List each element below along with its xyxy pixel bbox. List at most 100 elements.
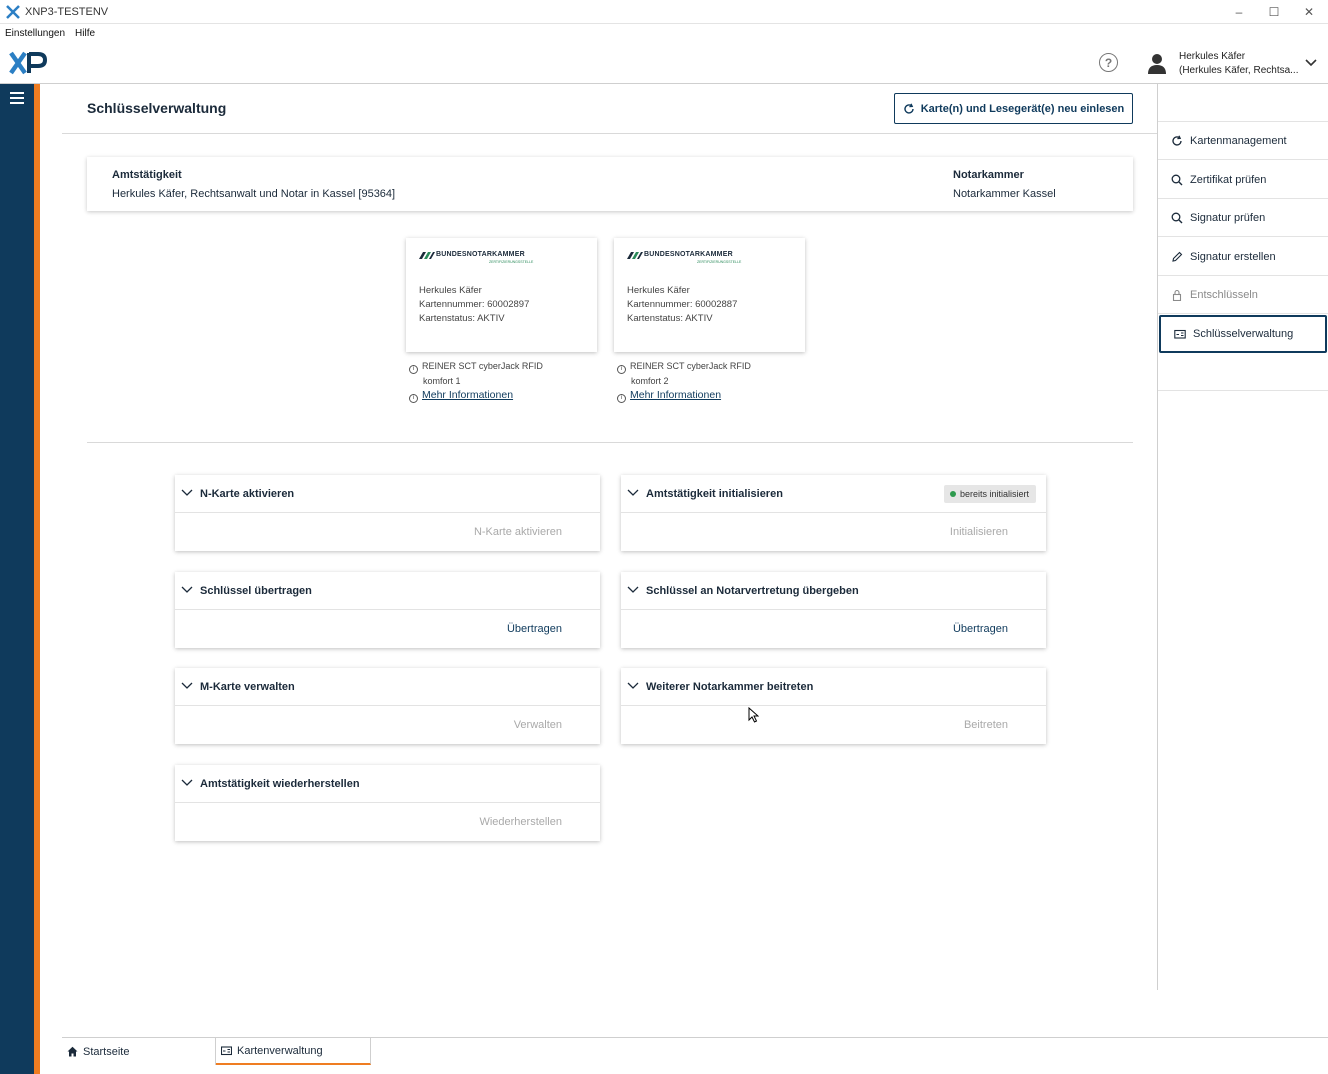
tab-label: Kartenverwaltung <box>237 1044 323 1057</box>
nav-signatur-pruefen[interactable]: Signatur prüfen <box>1158 199 1328 237</box>
chevron-down-icon <box>181 779 193 786</box>
nav-zertifikat-pruefen[interactable]: Zertifikat prüfen <box>1158 161 1328 199</box>
activate-n-card-button[interactable]: N-Karte aktivieren <box>474 526 562 538</box>
bnk-logo-icon <box>419 252 435 259</box>
smart-card-2[interactable]: BUNDESNOTARKAMMER ZERTIFIZIERUNGSSTELLE … <box>614 238 805 352</box>
chevron-down-icon <box>627 489 639 496</box>
page-title: Schlüsselverwaltung <box>87 100 227 116</box>
panel-notarkammer-beitreten: Weiterer Notarkammer beitreten Beitreten <box>621 668 1046 744</box>
card-issuer-sub: ZERTIFIZIERUNGSSTELLE <box>489 260 534 264</box>
search-icon <box>1171 174 1183 185</box>
card-reader-1: i REINER SCT cyberJack RFID komfort 1 i Me… <box>409 359 543 403</box>
panel-title: M-Karte verwalten <box>200 681 295 693</box>
refresh-icon <box>1172 135 1182 146</box>
panel-header[interactable]: N-Karte aktivieren <box>175 475 600 513</box>
panel-title: Schlüssel an Notarvertretung übergeben <box>646 585 859 597</box>
status-badge: bereits initialisiert <box>943 485 1036 503</box>
status-dot <box>949 491 956 497</box>
card-holder: Herkules Käfer <box>627 285 690 296</box>
chevron-down-icon <box>181 682 193 689</box>
chamber-label: Notarkammer <box>953 169 1024 181</box>
chevron-down-icon <box>181 489 193 496</box>
chevron-down-icon <box>627 682 639 689</box>
nav-kartenmanagement[interactable]: Kartenmanagement <box>1158 122 1328 160</box>
reload-cards-button[interactable]: Karte(n) und Lesegerät(e) neu einlesen <box>894 93 1133 124</box>
join-chamber-button[interactable]: Beitreten <box>964 719 1008 731</box>
card-number: Kartennummer: 60002897 <box>419 299 530 310</box>
user-role: (Herkules Käfer, Rechtsa... <box>1179 65 1299 76</box>
right-nav-header <box>1158 84 1328 122</box>
info-icon: i <box>409 365 418 374</box>
reload-cards-label: Karte(n) und Lesegerät(e) neu einlesen <box>920 102 1125 115</box>
reader-slot: komfort 1 <box>423 376 461 386</box>
menu-hilfe[interactable]: Hilfe <box>75 28 95 39</box>
panel-n-karte-aktivieren: N-Karte aktivieren N-Karte aktivieren <box>175 475 600 551</box>
rail-accent <box>34 84 40 1074</box>
minimize-button[interactable]: – <box>1222 0 1256 24</box>
card-holder: Herkules Käfer <box>419 285 482 296</box>
user-icon[interactable] <box>1147 53 1167 75</box>
search-icon <box>1171 212 1183 223</box>
lock-icon <box>1172 289 1182 301</box>
key-card-icon <box>1174 329 1186 339</box>
bottom-tabbar: Startseite Kartenverwaltung <box>62 1037 1328 1065</box>
maximize-button[interactable]: ☐ <box>1257 0 1291 24</box>
nav-label: Kartenmanagement <box>1190 134 1287 147</box>
card-issuer: BUNDESNOTARKAMMER <box>644 251 733 258</box>
nav-label: Signatur erstellen <box>1190 250 1276 263</box>
initialize-button[interactable]: Initialisieren <box>950 526 1008 538</box>
panel-header[interactable]: Amtstätigkeit initialisieren bereits ini… <box>621 475 1046 513</box>
panel-header[interactable]: Amtstätigkeit wiederherstellen <box>175 765 600 803</box>
divider <box>62 133 1157 134</box>
panel-header[interactable]: Schlüssel übertragen <box>175 572 600 610</box>
hamburger-menu-icon[interactable] <box>10 92 24 104</box>
chevron-down-icon <box>627 586 639 593</box>
more-info-link[interactable]: Mehr Informationen <box>630 389 721 401</box>
transfer-to-deputy-button[interactable]: Übertragen <box>953 623 1008 635</box>
user-info[interactable]: Herkules Käfer (Herkules Käfer, Rechtsa.… <box>1179 50 1299 78</box>
nav-label: Entschlüsseln <box>1190 288 1258 301</box>
smart-card-1[interactable]: BUNDESNOTARKAMMER ZERTIFIZIERUNGSSTELLE … <box>406 238 597 352</box>
help-icon[interactable]: ? <box>1099 53 1118 72</box>
xp-logo <box>9 51 48 75</box>
panel-header[interactable]: M-Karte verwalten <box>175 668 600 706</box>
nav-label: Signatur prüfen <box>1190 211 1266 224</box>
tab-startseite[interactable]: Startseite <box>62 1038 216 1065</box>
office-value: Herkules Käfer, Rechtsanwalt und Notar i… <box>112 188 396 200</box>
divider <box>87 442 1133 443</box>
chamber-value: Notarkammer Kassel <box>953 188 1056 200</box>
close-button[interactable]: ✕ <box>1292 0 1326 24</box>
office-info-card: Amtstätigkeit Herkules Käfer, Rechtsanwa… <box>87 157 1133 211</box>
card-number: Kartennummer: 60002887 <box>627 299 738 310</box>
more-info-link[interactable]: Mehr Informationen <box>422 389 513 401</box>
card-icon <box>221 1046 232 1056</box>
restore-button[interactable]: Wiederherstellen <box>479 816 562 828</box>
nav-schluesselverwaltung[interactable]: Schlüsselverwaltung <box>1159 315 1327 353</box>
tab-kartenverwaltung[interactable]: Kartenverwaltung <box>216 1038 371 1065</box>
panel-title: Amtstätigkeit wiederherstellen <box>200 778 360 790</box>
nav-label: Schlüsselverwaltung <box>1193 328 1294 340</box>
panel-amtstaetigkeit-wiederherstellen: Amtstätigkeit wiederherstellen Wiederher… <box>175 765 600 841</box>
office-label: Amtstätigkeit <box>112 169 182 181</box>
panel-header[interactable]: Weiterer Notarkammer beitreten <box>621 668 1046 706</box>
menubar: Einstellungen Hilfe <box>0 24 100 43</box>
panel-schluessel-uebertragen: Schlüssel übertragen Übertragen <box>175 572 600 648</box>
left-rail <box>0 84 34 1074</box>
panel-amtstaetigkeit-initialisieren: Amtstätigkeit initialisieren bereits ini… <box>621 475 1046 551</box>
status-badge-label: bereits initialisiert <box>959 489 1029 499</box>
manage-m-card-button[interactable]: Verwalten <box>514 719 562 731</box>
panel-header[interactable]: Schlüssel an Notarvertretung übergeben <box>621 572 1046 610</box>
right-nav: Kartenmanagement Zertifikat prüfen Signa… <box>1157 84 1328 990</box>
reader-slot: komfort 2 <box>631 376 669 386</box>
panel-m-karte-verwalten: M-Karte verwalten Verwalten <box>175 668 600 744</box>
panel-title: Amtstätigkeit initialisieren <box>646 488 783 500</box>
nav-entschluesseln[interactable]: Entschlüsseln <box>1158 276 1328 314</box>
card-status: Kartenstatus: AKTIV <box>627 313 713 324</box>
menu-einstellungen[interactable]: Einstellungen <box>5 28 65 39</box>
window-title: XNP3-TESTENV <box>25 5 109 18</box>
nav-signatur-erstellen[interactable]: Signatur erstellen <box>1158 238 1328 276</box>
chevron-down-icon[interactable] <box>1304 57 1318 69</box>
transfer-key-button[interactable]: Übertragen <box>507 623 562 635</box>
card-issuer-sub: ZERTIFIZIERUNGSSTELLE <box>697 260 742 264</box>
card-status: Kartenstatus: AKTIV <box>419 313 505 324</box>
